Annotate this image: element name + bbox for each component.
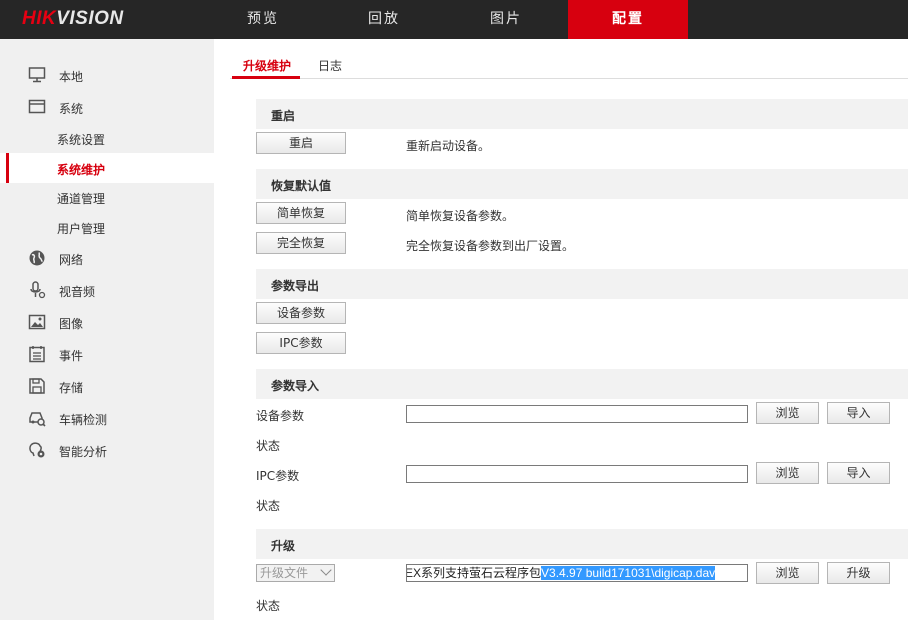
upgrade-file-path-selected: V3.4.97 build171031\digicap.dav [541, 566, 716, 580]
section-header-restore-defaults: 恢复默认值 [256, 169, 908, 199]
ipc-parameters-file-input[interactable] [406, 465, 748, 483]
sidebar-item-label: 用户管理 [57, 222, 106, 236]
sidebar-item-video-audio[interactable]: 视音频 [0, 275, 214, 305]
section-title: 恢复默认值 [271, 179, 332, 193]
simple-restore-description: 简单恢复设备参数。 [406, 209, 515, 223]
upgrade-button[interactable]: 升级 [827, 562, 890, 584]
sidebar-item-label: 网络 [59, 253, 84, 267]
export-device-parameters-button[interactable]: 设备参数 [256, 302, 346, 324]
device-parameters-import-button[interactable]: 导入 [827, 402, 890, 424]
microphone-icon [30, 281, 46, 299]
vehicle-search-icon [29, 412, 46, 427]
upgrade-status-label: 状态 [256, 599, 281, 613]
tab-preview[interactable]: 预览 [203, 0, 323, 39]
sidebar-item-storage[interactable]: 存储 [0, 371, 214, 401]
calendar-list-icon [29, 346, 45, 363]
upgrade-file-input[interactable]: EX系列支持萤石云程序包V3.4.97 build171031\digicap.… [406, 564, 748, 582]
upgrade-type-value: 升级文件 [260, 566, 309, 580]
hikvision-logo: HIKVISION [22, 8, 124, 29]
monitor-icon [28, 67, 46, 83]
sidebar-item-label: 存储 [59, 381, 84, 395]
tab-configuration[interactable]: 配置 [568, 0, 688, 39]
section-title: 重启 [271, 109, 296, 123]
smart-analysis-icon [29, 442, 45, 458]
tab-log[interactable]: 日志 [318, 57, 342, 74]
sidebar-item-label: 智能分析 [59, 445, 108, 459]
sidebar-item-system[interactable]: 系统 [0, 92, 214, 122]
tab-picture[interactable]: 图片 [446, 0, 566, 39]
sidebar: 本地 系统 系统设置 系统维护 通道管理 用户管理 网络 视音频 图像 事件 存… [0, 39, 214, 620]
sidebar-item-system-settings[interactable]: 系统设置 [0, 123, 214, 153]
chevron-down-icon [320, 564, 332, 576]
sidebar-item-label: 车辆检测 [59, 413, 108, 427]
sidebar-item-image[interactable]: 图像 [0, 307, 214, 337]
sidebar-item-label: 视音频 [59, 285, 96, 299]
sidebar-item-channel-management[interactable]: 通道管理 [0, 182, 214, 212]
ipc-parameters-browse-button[interactable]: 浏览 [756, 462, 819, 484]
section-header-parameter-import: 参数导入 [256, 369, 908, 399]
tab-upgrade-maintenance[interactable]: 升级维护 [243, 57, 291, 74]
device-parameters-file-input[interactable] [406, 405, 748, 423]
subtab-active-indicator [232, 76, 300, 79]
sidebar-item-label: 通道管理 [57, 192, 106, 206]
image-icon [28, 314, 46, 330]
ipc-import-status-label: 状态 [256, 499, 281, 513]
globe-icon [29, 250, 45, 266]
reboot-description: 重新启动设备。 [406, 139, 491, 153]
device-import-status-label: 状态 [256, 439, 281, 453]
sidebar-item-label: 系统设置 [57, 133, 106, 147]
sidebar-item-vehicle-detection[interactable]: 车辆检测 [0, 403, 214, 433]
full-restore-button[interactable]: 完全恢复 [256, 232, 346, 254]
sidebar-item-event[interactable]: 事件 [0, 339, 214, 369]
top-navigation-bar: HIKVISION 预览 回放 图片 配置 [0, 0, 908, 39]
section-title: 参数导出 [271, 279, 320, 293]
sidebar-item-smart-analysis[interactable]: 智能分析 [0, 435, 214, 465]
sidebar-item-system-maintenance[interactable]: 系统维护 [0, 153, 214, 183]
device-parameters-browse-button[interactable]: 浏览 [756, 402, 819, 424]
ipc-parameters-label: IPC参数 [256, 469, 300, 483]
section-header-reboot: 重启 [256, 99, 908, 129]
ipc-parameters-import-button[interactable]: 导入 [827, 462, 890, 484]
section-header-upgrade: 升级 [256, 529, 908, 559]
sidebar-item-network[interactable]: 网络 [0, 243, 214, 273]
device-parameters-label: 设备参数 [256, 409, 305, 423]
upgrade-browse-button[interactable]: 浏览 [756, 562, 819, 584]
tab-playback[interactable]: 回放 [324, 0, 444, 39]
full-restore-description: 完全恢复设备参数到出厂设置。 [406, 239, 575, 253]
floppy-disk-icon [29, 378, 45, 394]
sidebar-item-label: 事件 [59, 349, 84, 363]
sidebar-item-label: 系统维护 [57, 163, 106, 177]
sidebar-item-label: 本地 [59, 70, 84, 84]
simple-restore-button[interactable]: 简单恢复 [256, 202, 346, 224]
reboot-button[interactable]: 重启 [256, 132, 346, 154]
subtab-divider [230, 78, 908, 79]
export-ipc-parameters-button[interactable]: IPC参数 [256, 332, 346, 354]
sidebar-item-local[interactable]: 本地 [0, 60, 214, 90]
section-title: 升级 [271, 539, 296, 553]
window-icon [28, 99, 46, 114]
sidebar-item-user-management[interactable]: 用户管理 [0, 212, 214, 242]
section-title: 参数导入 [271, 379, 320, 393]
upgrade-type-select[interactable]: 升级文件 [256, 564, 335, 582]
upgrade-file-path-prefix: EX系列支持萤石云程序包 [406, 566, 542, 580]
sidebar-item-label: 图像 [59, 317, 84, 331]
sidebar-item-label: 系统 [59, 102, 84, 116]
section-header-parameter-export: 参数导出 [256, 269, 908, 299]
